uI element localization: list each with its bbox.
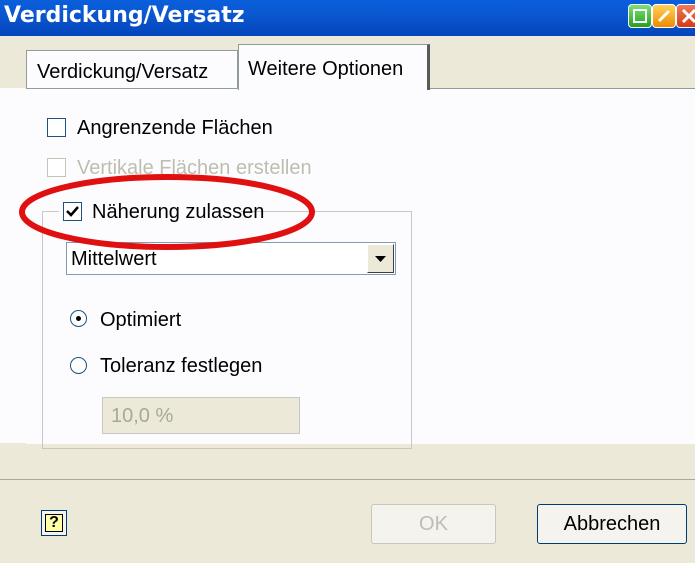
vertical-faces-label: Vertikale Flächen erstellen [77,157,312,179]
approximation-method-select[interactable]: Mittelwert [66,242,396,275]
adjacent-faces-checkbox[interactable] [47,118,66,137]
approximation-legend: Näherung zulassen [59,199,264,225]
vertical-faces-checkbox[interactable] [47,158,66,177]
dropdown-button[interactable] [367,244,394,273]
close-icon[interactable] [676,4,695,28]
ok-button[interactable]: OK [371,504,496,544]
tab-weitere-optionen[interactable]: Weitere Optionen [238,44,430,90]
optimized-label: Optimiert [100,309,182,331]
adjacent-faces-label: Angrenzende Flächen [77,117,273,139]
approximation-label: Näherung zulassen [92,201,265,223]
radio-dot [76,316,81,321]
divider [0,479,695,480]
tab-label: Weitere Optionen [248,58,404,80]
window-title: Verdickung/Versatz [4,3,245,28]
tab-verdickung-versatz[interactable]: Verdickung/Versatz [26,50,238,88]
green-title-icon[interactable] [628,4,652,28]
chevron-down-icon [375,256,386,262]
tolerance-input[interactable]: 10,0 % [102,397,300,434]
cancel-button[interactable]: Abbrechen [537,504,687,544]
approximation-checkbox[interactable] [63,202,82,221]
help-icon: ? [45,514,63,532]
tolerance-radio[interactable] [70,357,87,374]
pin-icon[interactable] [652,4,676,28]
method-selected-value: Mittelwert [71,248,157,270]
panel-margin [0,88,26,443]
title-bar[interactable]: Verdickung/Versatz [0,0,695,36]
help-button[interactable]: ? [41,510,67,536]
tolerance-label: Toleranz festlegen [100,355,263,377]
tab-label: Verdickung/Versatz [37,61,209,83]
optimized-radio[interactable] [70,310,87,327]
checkmark-icon [66,206,79,217]
